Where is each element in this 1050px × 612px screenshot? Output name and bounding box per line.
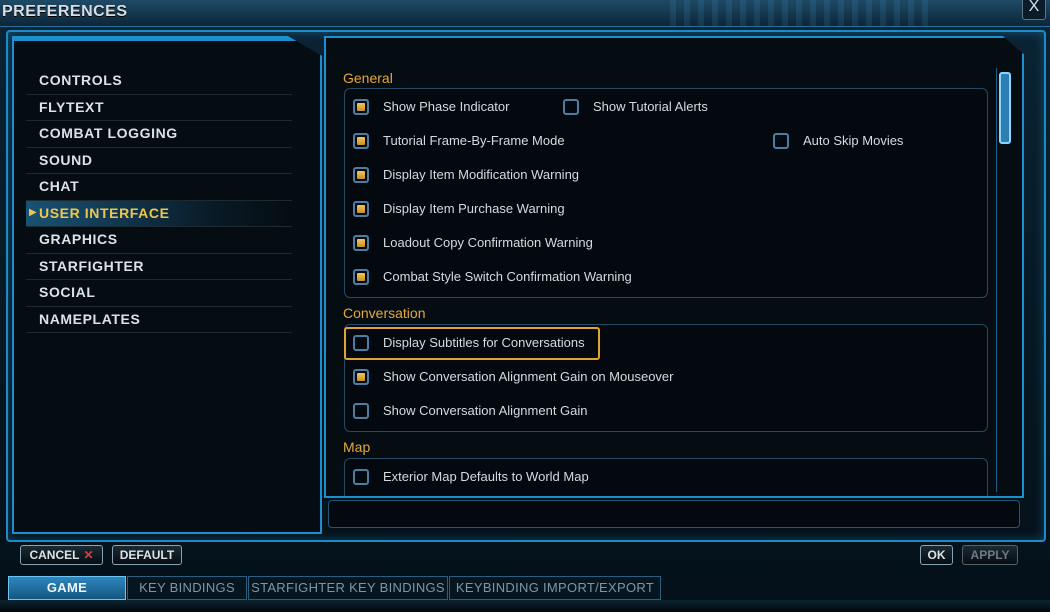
sidebar-item-label: SOUND xyxy=(39,151,93,168)
scrollbar-thumb[interactable] xyxy=(999,72,1011,144)
cancel-button[interactable]: CANCEL ✕ xyxy=(20,545,103,565)
sidebar-item-combat-logging[interactable]: COMBAT LOGGING xyxy=(26,121,292,148)
sidebar-item-label: CONTROLS xyxy=(39,72,123,88)
description-bar xyxy=(328,500,1020,528)
title-bar: PREFERENCES X xyxy=(0,0,1050,27)
sidebar-item-label: FLYTEXT xyxy=(39,98,105,115)
cancel-x-icon: ✕ xyxy=(83,548,94,562)
option-label: Show Phase Indicator xyxy=(383,99,510,114)
general-group: Show Phase Indicator Show Tutorial Alert… xyxy=(344,88,988,298)
option-label: Exterior Map Defaults to World Map xyxy=(383,469,589,484)
tab-starfighter-key-bindings[interactable]: STARFIGHTER KEY BINDINGS xyxy=(248,576,448,600)
bottom-edge xyxy=(0,600,1050,612)
sidebar-item-label: STARFIGHTER xyxy=(39,257,145,274)
cancel-button-label: CANCEL xyxy=(29,548,80,562)
tab-game[interactable]: GAME xyxy=(8,576,126,600)
option-label: Show Conversation Alignment Gain xyxy=(383,403,588,418)
sidebar-item-chat[interactable]: CHAT xyxy=(26,174,292,201)
preferences-window: PREFERENCES X CONTROLS FLYTEXT COMBAT LO… xyxy=(0,0,1050,612)
checkbox-checked[interactable] xyxy=(353,99,369,115)
checkbox-checked[interactable] xyxy=(353,167,369,183)
sidebar-item-flytext[interactable]: FLYTEXT xyxy=(26,95,292,121)
tab-keybinding-import-export[interactable]: KEYBINDING IMPORT/EXPORT xyxy=(449,576,661,600)
option-label: Display Item Modification Warning xyxy=(383,167,580,182)
checkbox-checked[interactable] xyxy=(353,235,369,251)
checkbox-unchecked[interactable] xyxy=(353,469,369,485)
sidebar-item-label: SOCIAL xyxy=(39,284,96,300)
sidebar-item-label: USER INTERFACE xyxy=(39,204,170,221)
checkbox-checked[interactable] xyxy=(353,133,369,149)
title-decoration xyxy=(670,0,930,26)
sidebar-item-nameplates[interactable]: NAMEPLATES xyxy=(26,307,292,333)
sidebar-item-sound[interactable]: SOUND xyxy=(26,148,292,174)
checkbox-checked[interactable] xyxy=(353,201,369,217)
sidebar-item-graphics[interactable]: GRAPHICS xyxy=(26,227,292,254)
checkbox-unchecked[interactable] xyxy=(563,99,579,115)
section-title-map: Map xyxy=(343,439,371,455)
option-label: Loadout Copy Confirmation Warning xyxy=(383,235,593,250)
apply-button[interactable]: APPLY xyxy=(962,545,1018,565)
section-title-conversation: Conversation xyxy=(343,305,426,321)
sidebar-item-starfighter[interactable]: STARFIGHTER xyxy=(26,254,292,280)
option-label: Tutorial Frame-By-Frame Mode xyxy=(383,133,565,148)
focus-highlight xyxy=(344,327,600,360)
section-title-general: General xyxy=(343,70,393,86)
sidebar-item-label: GRAPHICS xyxy=(39,231,118,247)
checkbox-unchecked[interactable] xyxy=(773,133,789,149)
sidebar-item-controls[interactable]: CONTROLS xyxy=(26,68,292,95)
option-label: Show Tutorial Alerts xyxy=(593,99,708,114)
map-group: Exterior Map Defaults to World Map xyxy=(344,458,988,496)
close-icon[interactable]: X xyxy=(1022,0,1046,20)
option-label: Show Conversation Alignment Gain on Mous… xyxy=(383,369,674,384)
tab-key-bindings[interactable]: KEY BINDINGS xyxy=(127,576,247,600)
sidebar-item-label: NAMEPLATES xyxy=(39,310,141,327)
sidebar-item-social[interactable]: SOCIAL xyxy=(26,280,292,307)
checkbox-unchecked[interactable] xyxy=(353,403,369,419)
options-panel: General Show Phase Indicator Show Tutori… xyxy=(324,36,1024,498)
option-label: Display Item Purchase Warning xyxy=(383,201,565,216)
selected-arrow-icon: ▶ xyxy=(29,206,37,218)
sidebar-item-label: CHAT xyxy=(39,178,80,194)
option-label: Auto Skip Movies xyxy=(803,133,904,148)
sidebar-item-label: COMBAT LOGGING xyxy=(39,125,178,141)
sidebar-item-user-interface[interactable]: ▶ USER INTERFACE xyxy=(26,200,292,227)
option-label: Combat Style Switch Confirmation Warning xyxy=(383,269,632,284)
checkbox-checked[interactable] xyxy=(353,369,369,385)
default-button[interactable]: DEFAULT xyxy=(112,545,182,565)
ok-button[interactable]: OK xyxy=(920,545,953,565)
checkbox-checked[interactable] xyxy=(353,269,369,285)
bottom-tabs: GAME KEY BINDINGS STARFIGHTER KEY BINDIN… xyxy=(6,576,1046,600)
category-list: CONTROLS FLYTEXT COMBAT LOGGING SOUND CH… xyxy=(26,68,292,333)
window-title: PREFERENCES xyxy=(2,3,128,20)
